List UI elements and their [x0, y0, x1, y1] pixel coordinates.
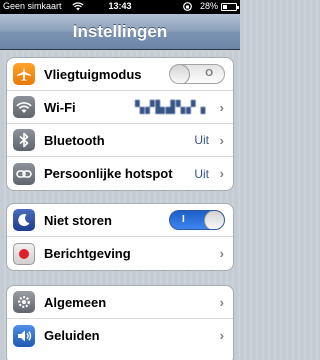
settings-row-label: Berichtgeving: [44, 246, 131, 261]
settings-row-notifications[interactable]: Berichtgeving ›: [7, 237, 233, 270]
gear-icon: [13, 291, 35, 313]
battery-percentage: 28%: [199, 1, 218, 11]
settings-group-general: Algemeen › Geluiden ›: [6, 285, 234, 360]
settings-group-notifications: Niet storen I Berichtgeving ›: [6, 203, 234, 271]
wifi-network-name: ▚▞▙▟▚▞ ▖: [135, 100, 211, 114]
settings-row-label: Bluetooth: [44, 132, 105, 148]
settings-row-label: Vliegtuigmodus: [44, 66, 142, 82]
bluetooth-icon: [13, 129, 35, 151]
settings-row-airplane-mode: Vliegtuigmodus O: [7, 58, 233, 91]
toggle-on-glyph: I: [182, 214, 185, 225]
settings-row-bluetooth[interactable]: Bluetooth Uit ›: [7, 124, 233, 157]
settings-row-label: Niet storen: [44, 212, 112, 228]
chevron-right-icon: ›: [219, 246, 224, 261]
chevron-right-icon: ›: [219, 132, 224, 148]
toggle-off-glyph: O: [205, 68, 213, 79]
speaker-icon: [13, 324, 35, 347]
airplane-icon: [13, 63, 35, 85]
toggle-knob[interactable]: [170, 65, 190, 83]
settings-row-label: Wi-Fi: [44, 99, 76, 115]
wifi-icon: [13, 96, 35, 118]
moon-icon: [13, 209, 35, 231]
navigation-bar: Instellingen: [0, 14, 240, 50]
settings-group-connectivity: Vliegtuigmodus O Wi-Fi ▚▞▙▟▚▞ ▖ › Blueto…: [6, 57, 234, 191]
settings-row-general[interactable]: Algemeen ›: [7, 286, 233, 319]
settings-row-sounds[interactable]: Geluiden ›: [7, 319, 233, 352]
notifications-icon: [13, 242, 35, 265]
do-not-disturb-toggle[interactable]: I: [169, 210, 225, 230]
settings-row-label: Persoonlijke hotspot: [44, 166, 173, 181]
orientation-lock-icon: [183, 1, 192, 12]
hotspot-icon: [13, 162, 35, 185]
chevron-right-icon: ›: [219, 328, 224, 343]
toggle-knob[interactable]: [204, 211, 224, 229]
settings-row-label: Geluiden: [44, 328, 100, 343]
settings-row-personal-hotspot[interactable]: Persoonlijke hotspot Uit ›: [7, 157, 233, 190]
page-title: Instellingen: [72, 22, 168, 41]
hotspot-status: Uit: [194, 166, 209, 181]
chevron-right-icon: ›: [219, 294, 224, 310]
airplane-mode-toggle[interactable]: O: [169, 64, 225, 84]
settings-row-label: Algemeen: [44, 294, 107, 310]
status-bar: Geen simkaart 13:43 28%: [0, 0, 240, 14]
battery-icon: [221, 3, 239, 11]
settings-row-do-not-disturb: Niet storen I: [7, 204, 233, 237]
chevron-right-icon: ›: [219, 99, 224, 115]
chevron-right-icon: ›: [219, 166, 224, 181]
bluetooth-status: Uit: [194, 133, 209, 147]
settings-row-wifi[interactable]: Wi-Fi ▚▞▙▟▚▞ ▖ ›: [7, 91, 233, 124]
